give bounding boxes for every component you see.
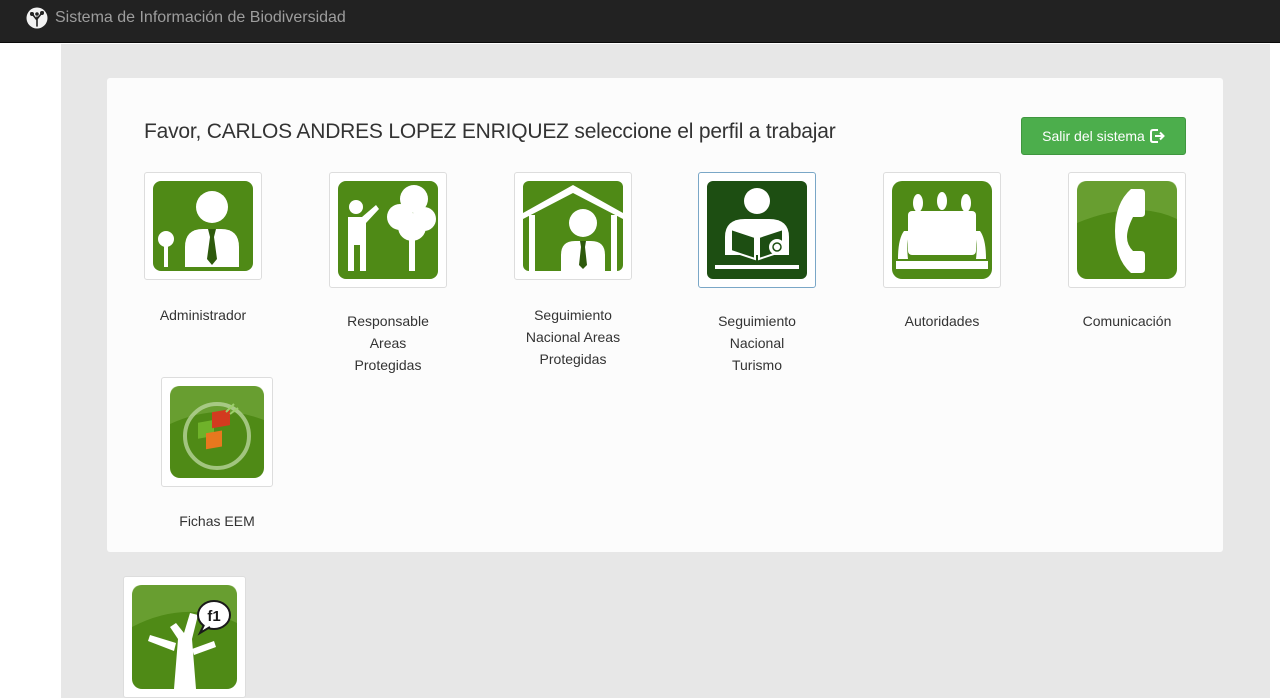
tourism-monitoring-icon (707, 181, 807, 279)
profile-label-seguimiento-nacional-turismo: Seguimiento Nacional Turismo (718, 313, 796, 373)
profile-label-comunicacion: Comunicación (1082, 313, 1172, 329)
phone-icon (1077, 181, 1177, 279)
logout-button[interactable]: Salir del sistema (1021, 117, 1186, 155)
profile-label-administrador: Administrador (159, 307, 247, 323)
profile-tile-autoridades[interactable] (883, 172, 1001, 288)
protected-area-monitoring-icon (523, 181, 623, 271)
navbar: Sistema de Información de Biodiversidad (0, 0, 1280, 43)
app-title: Sistema de Información de Biodiversidad (55, 9, 346, 26)
biodiversity-logo-icon (26, 7, 48, 29)
brand-link[interactable]: Sistema de Información de Biodiversidad (26, 6, 346, 30)
profile-label-autoridades: Autoridades (904, 313, 980, 329)
logout-icon (1149, 129, 1165, 143)
profile-label-responsable-areas-protegidas: Responsable Areas Protegidas (347, 313, 429, 373)
profile-tile-fichas-eem[interactable] (161, 377, 273, 487)
profile-label-fichas-eem: Fichas EEM (179, 513, 255, 529)
tree-f1-badge: f1 (207, 608, 220, 625)
tree-f1-icon: f1 (132, 585, 237, 689)
profile-tile-administrador[interactable] (144, 172, 262, 280)
profile-tile-comunicacion[interactable] (1068, 172, 1186, 288)
profile-tile-seguimiento-nacional-areas-protegidas[interactable] (514, 172, 632, 280)
profile-label-seguimiento-nacional-areas-protegidas: Seguimiento Nacional Areas Protegidas (525, 307, 621, 367)
logout-button-label: Salir del sistema (1042, 128, 1145, 144)
protected-area-manager-icon (338, 181, 438, 279)
page-title: Favor, CARLOS ANDRES LOPEZ ENRIQUEZ sele… (144, 120, 836, 143)
authorities-meeting-icon (892, 181, 992, 279)
profile-tile-seguimiento-nacional-turismo[interactable] (698, 172, 816, 288)
profile-tile-responsable-areas-protegidas[interactable] (329, 172, 447, 288)
administrator-icon (153, 181, 253, 271)
footer-app-tile[interactable]: f1 (123, 576, 246, 698)
eem-records-icon (170, 386, 264, 478)
